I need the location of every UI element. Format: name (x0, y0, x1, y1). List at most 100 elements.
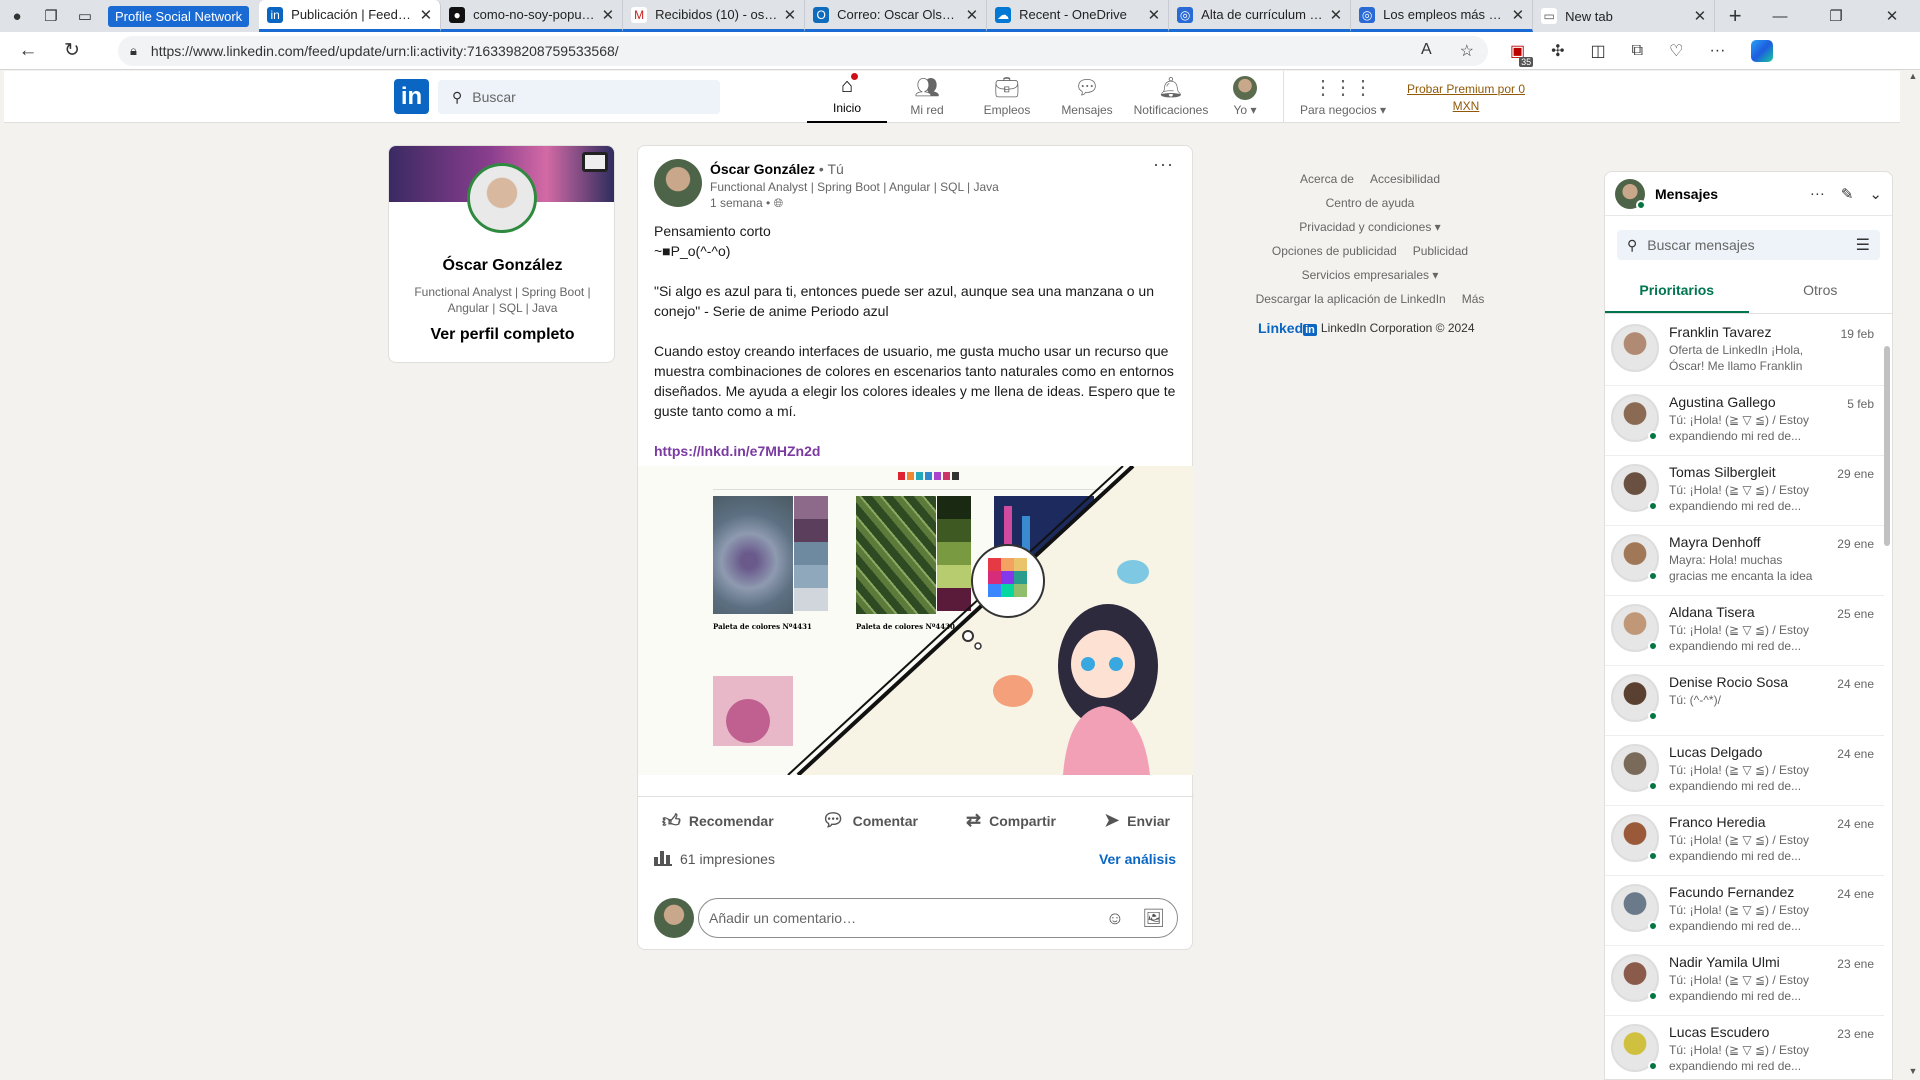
close-tab-icon[interactable]: ✕ (420, 6, 433, 24)
read-aloud-icon[interactable]: A (1421, 41, 1432, 61)
footer-link[interactable]: Acerca de (1300, 167, 1354, 191)
footer-link[interactable]: Servicios empresariales ▾ (1302, 263, 1439, 287)
lock-icon[interactable]: 🔒︎ (130, 43, 137, 59)
footer-link[interactable]: Accesibilidad (1370, 167, 1440, 191)
extension-icon[interactable]: ▣ 35 (1510, 41, 1534, 67)
favorite-star-icon[interactable]: ☆ (1460, 41, 1474, 61)
compose-icon[interactable]: ✎ (1841, 185, 1854, 203)
image-icon[interactable]: 🖼︎ (1142, 908, 1165, 929)
back-icon[interactable]: ← (6, 40, 50, 62)
tab-actions-icon[interactable]: ▭ (68, 0, 102, 32)
nav-mi-red[interactable]: 👥︎ Mi red (887, 71, 967, 123)
split-screen-icon[interactable]: ◫ (1591, 41, 1606, 61)
conversation-item[interactable]: Aldana Tisera Tú: ¡Hola! (≧ ▽ ≦) / Estoy … (1605, 596, 1884, 666)
author-avatar[interactable] (654, 159, 702, 207)
footer-link[interactable]: Descargar la aplicación de LinkedIn (1256, 287, 1446, 311)
messaging-avatar (1615, 178, 1646, 210)
chevron-down-icon[interactable]: ⌄ (1869, 185, 1882, 203)
browser-tab[interactable]: in Publicación | Feed | LinkedIn ✕ (259, 0, 442, 32)
message-date: 5 feb (1847, 397, 1874, 411)
send-button[interactable]: ➤ Enviar (1104, 805, 1170, 836)
premium-link[interactable]: Probar Premium por 0 MXN (1404, 81, 1528, 115)
settings-more-icon[interactable]: ··· (1709, 42, 1725, 60)
close-tab-icon[interactable]: ✕ (1330, 6, 1343, 24)
nav-mensajes[interactable]: 💬︎ Mensajes (1047, 71, 1127, 123)
browser-tab[interactable]: ◎ Alta de currículum - C ✕ (1169, 0, 1352, 32)
restore-button[interactable]: ❐ (1808, 0, 1864, 32)
page-scrollbar[interactable]: ▲ ▼ (1906, 71, 1920, 1080)
contact-name: Agustina Gallego (1669, 394, 1776, 410)
conversation-item[interactable]: Facundo Fernandez Tú: ¡Hola! (≧ ▽ ≦) / Es… (1605, 876, 1884, 946)
nav-yo[interactable]: Yo ▾ (1215, 71, 1275, 123)
view-profile-link[interactable]: Ver perfil completo (389, 326, 614, 344)
filter-icon[interactable]: ☰ (1856, 235, 1870, 255)
browser-tab[interactable]: ▭ New tab ✕ (1533, 0, 1716, 32)
linkedin-logo[interactable]: in (394, 79, 429, 114)
browser-tab[interactable]: M Recibidos (10) - oscar ✕ (623, 0, 806, 32)
conversation-item[interactable]: Agustina Gallego Tú: ¡Hola! (≧ ▽ ≦) / Est… (1605, 386, 1884, 456)
minimize-button[interactable]: — (1752, 0, 1808, 32)
copilot-icon[interactable] (1751, 39, 1774, 62)
close-tab-icon[interactable]: ✕ (784, 6, 797, 24)
conversation-item[interactable]: Nadir Yamila Ulmi Tú: ¡Hola! (≧ ▽ ≦) / Es… (1605, 946, 1884, 1016)
conversation-item[interactable]: Lucas Escudero Tú: ¡Hola! (≧ ▽ ≦) / Estoy… (1605, 1016, 1884, 1079)
extensions-puzzle-icon[interactable]: ✣ (1551, 41, 1564, 61)
nav-notificaciones[interactable]: 🔔︎ Notificaciones (1127, 71, 1215, 123)
conversation-item[interactable]: Lucas Delgado Tú: ¡Hola! (≧ ▽ ≦) / Estoy … (1605, 736, 1884, 806)
new-tab-button[interactable]: + (1715, 3, 1755, 29)
close-window-button[interactable]: ✕ (1864, 0, 1920, 32)
url-field[interactable]: 🔒︎ https://www.linkedin.com/feed/update/… (118, 35, 1488, 66)
browser-tab[interactable]: ☁ Recent - OneDrive ✕ (987, 0, 1170, 32)
footer-link[interactable]: Publicidad (1413, 239, 1468, 263)
browser-tab[interactable]: ● como-no-soy-popular ✕ (441, 0, 624, 32)
post-time: 1 semana • 🌐︎ (710, 196, 783, 211)
emoji-icon[interactable]: ☺ (1106, 908, 1124, 929)
tab-title: New tab (1565, 8, 1613, 24)
nav-empleos[interactable]: 💼︎ Empleos (967, 71, 1047, 123)
conversation-item[interactable]: Denise Rocio Sosa Tú: (^-^*)/ 24 ene (1605, 666, 1884, 736)
conversation-item[interactable]: Tomas Silbergleit Tú: ¡Hola! (≧ ▽ ≦) / Es… (1605, 456, 1884, 526)
more-options-icon[interactable]: ··· (1810, 185, 1825, 203)
browser-tab[interactable]: ◎ Los empleos más rec ✕ (1351, 0, 1534, 32)
comment-input[interactable]: Añadir un comentario… ☺ 🖼︎ (698, 898, 1178, 938)
footer-link[interactable]: Privacidad y condiciones ▾ (1299, 215, 1440, 239)
browser-tab[interactable]: O Correo: Oscar Olsen - ✕ (805, 0, 988, 32)
post-menu-button[interactable]: ··· (1153, 154, 1174, 175)
nav-inicio[interactable]: ⌂ Inicio (807, 71, 887, 123)
share-button[interactable]: ⇄ Compartir (966, 805, 1056, 836)
close-tab-icon[interactable]: ✕ (1512, 6, 1525, 24)
comment-button[interactable]: 💬︎ Comentar (822, 805, 918, 836)
close-tab-icon[interactable]: ✕ (966, 6, 979, 24)
view-analytics-link[interactable]: Ver análisis (1099, 851, 1176, 867)
profile-icon[interactable]: ● (0, 0, 34, 32)
profile-name[interactable]: Óscar González (389, 257, 614, 275)
nav-para-negocios[interactable]: ⋮⋮⋮ Para negocios ▾ (1293, 71, 1393, 123)
conversation-item[interactable]: Mayra Denhoff Mayra: Hola! muchas gracias… (1605, 526, 1884, 596)
search-input[interactable]: ⚲ Buscar (438, 80, 720, 114)
tab-group-label[interactable]: Profile Social Network (108, 5, 250, 27)
profile-avatar[interactable] (467, 163, 537, 233)
footer-link[interactable]: Opciones de publicidad (1272, 239, 1397, 263)
browser-essentials-icon[interactable]: ♡ (1669, 41, 1683, 61)
tab-prioritarios[interactable]: Prioritarios (1605, 272, 1749, 313)
close-tab-icon[interactable]: ✕ (1694, 7, 1707, 25)
conversation-item[interactable]: Franklin Tavarez Oferta de LinkedIn ¡Hola… (1605, 316, 1884, 386)
close-tab-icon[interactable]: ✕ (1148, 6, 1161, 24)
message-search-input[interactable]: ⚲ Buscar mensajes ☰ (1617, 230, 1880, 260)
post-link[interactable]: https://lnkd.in/e7MHZn2d (654, 441, 1178, 461)
collections-icon[interactable]: ⧉ (1632, 42, 1643, 60)
outlook-icon: O (813, 6, 830, 23)
conversation-item[interactable]: Franco Heredia Tú: ¡Hola! (≧ ▽ ≦) / Estoy… (1605, 806, 1884, 876)
messaging-header[interactable]: Mensajes ··· ✎ ⌄ (1605, 172, 1892, 216)
footer-link[interactable]: Centro de ayuda (1326, 191, 1415, 215)
post-image[interactable]: Paleta de colores Nº4431 Paleta de color… (638, 466, 1194, 775)
recommend-button[interactable]: 👍︎ Recomendar (662, 805, 774, 836)
linkedin-icon: in (267, 6, 284, 23)
tab-otros[interactable]: Otros (1749, 272, 1893, 313)
workspaces-icon[interactable]: ❐ (34, 0, 68, 32)
messaging-scrollbar[interactable] (1883, 316, 1891, 1076)
author-name-row[interactable]: Óscar González • Tú (710, 161, 844, 177)
refresh-icon[interactable]: ↻ (50, 39, 94, 62)
footer-link[interactable]: Más (1462, 287, 1485, 311)
close-tab-icon[interactable]: ✕ (602, 6, 615, 24)
